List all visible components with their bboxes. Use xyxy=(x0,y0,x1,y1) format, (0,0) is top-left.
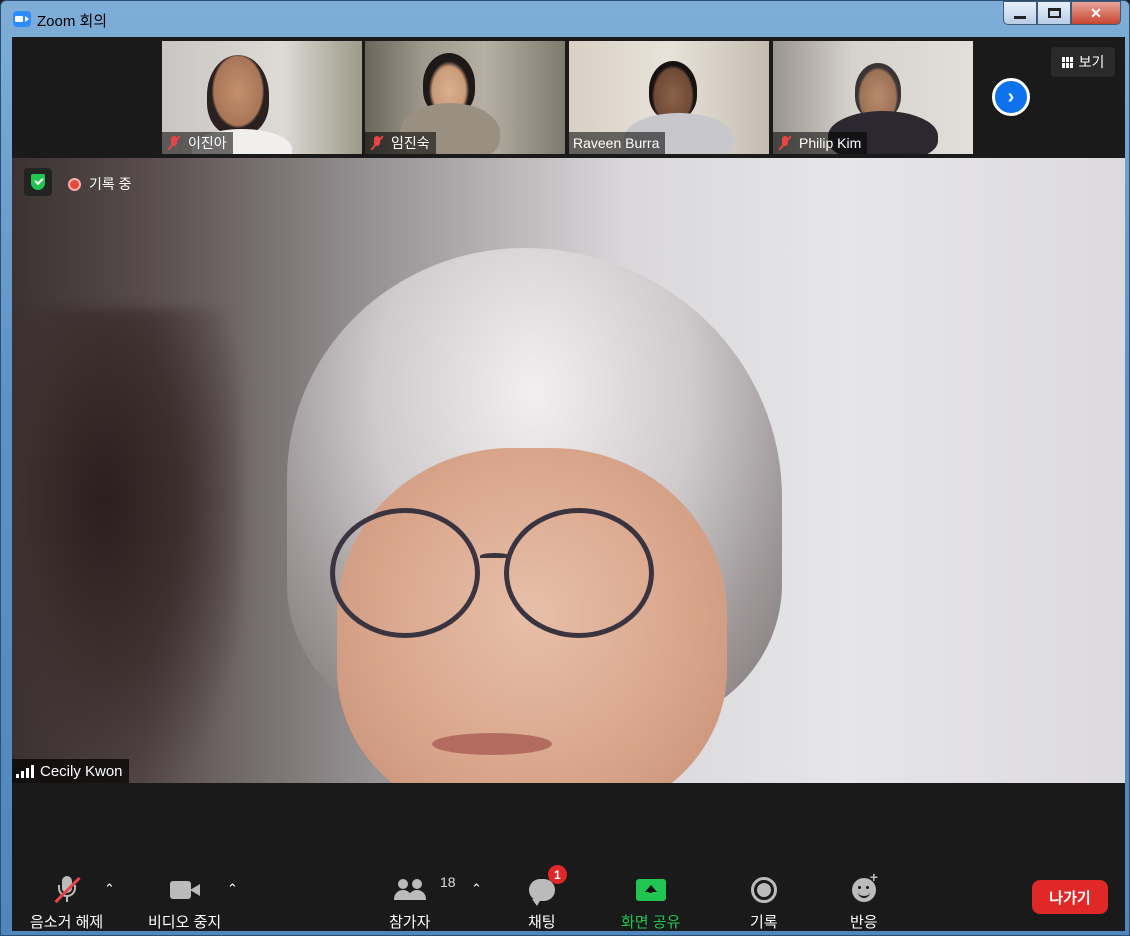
participant-nametag: 임진숙 xyxy=(365,132,436,154)
meeting-client: 이진아 임진숙 Raveen Burra Philip Kim › 보기 기록 … xyxy=(12,37,1125,931)
maximize-icon xyxy=(1047,8,1061,18)
leave-button[interactable]: 나가기 xyxy=(1032,880,1108,914)
muted-mic-icon xyxy=(777,135,793,151)
record-label: 기록 xyxy=(750,914,778,931)
participants-count: 18 xyxy=(440,874,456,890)
unmute-button[interactable]: 음소거 해제 xyxy=(30,875,103,932)
participant-thumbnail[interactable]: Philip Kim xyxy=(773,41,973,154)
participant-thumbnail[interactable]: 임진숙 xyxy=(365,41,565,154)
close-button[interactable]: ✕ xyxy=(1071,1,1121,25)
speaker-nametag: Cecily Kwon xyxy=(12,759,129,783)
participant-name: Raveen Burra xyxy=(573,135,660,151)
zoom-app-icon xyxy=(13,11,31,27)
share-screen-label: 화면 공유 xyxy=(621,914,681,931)
chat-bubble-icon xyxy=(528,879,555,906)
maximize-button[interactable] xyxy=(1037,1,1071,25)
participant-thumbnail[interactable]: Raveen Burra xyxy=(569,41,769,154)
thumbnail-strip: 이진아 임진숙 Raveen Burra Philip Kim › 보기 xyxy=(12,37,1125,158)
view-button[interactable]: 보기 xyxy=(1051,47,1115,77)
signal-strength-icon xyxy=(16,764,34,778)
reactions-label: 반응 xyxy=(850,914,878,931)
chat-button[interactable]: 1 채팅 xyxy=(528,865,567,932)
record-icon xyxy=(750,877,777,903)
stop-video-label: 비디오 중지 xyxy=(148,914,222,931)
unmute-label: 음소거 해제 xyxy=(30,914,104,931)
window-title: Zoom 회의 xyxy=(37,13,108,30)
muted-mic-icon xyxy=(369,135,385,151)
muted-mic-icon xyxy=(166,135,182,151)
participant-nametag: Raveen Burra xyxy=(569,132,666,154)
meeting-toolbar: 음소거 해제 ⌃ 비디오 중지 ⌃ 참가자 18 ⌃ 1 채팅 화면 공유 기록… xyxy=(12,783,1125,931)
share-screen-button[interactable]: 화면 공유 xyxy=(621,875,680,932)
chat-label: 채팅 xyxy=(528,914,556,931)
video-camera-icon xyxy=(169,881,200,899)
muted-mic-icon xyxy=(53,876,81,904)
minimize-icon xyxy=(1014,15,1026,19)
recording-indicator[interactable]: 기록 중 xyxy=(68,174,132,194)
window-controls: ✕ xyxy=(1003,1,1121,25)
zoom-window: Zoom 회의 ✕ 이진아 임진숙 Raveen Burra Philip Ki… xyxy=(0,0,1130,936)
shield-check-icon xyxy=(31,174,45,190)
participant-name: 임진숙 xyxy=(391,135,430,151)
participant-video xyxy=(649,61,697,119)
participant-name: Philip Kim xyxy=(799,135,862,151)
recording-label: 기록 중 xyxy=(89,176,132,192)
minimize-button[interactable] xyxy=(1003,1,1037,25)
gallery-grid-icon xyxy=(1061,56,1074,68)
plus-icon: + xyxy=(869,869,878,885)
stop-video-button[interactable]: 비디오 중지 xyxy=(148,875,221,932)
active-speaker-video[interactable]: 기록 중 Cecily Kwon xyxy=(12,158,1125,783)
participants-icon xyxy=(393,879,426,901)
close-icon: ✕ xyxy=(1090,4,1102,21)
participant-video xyxy=(207,55,269,135)
participants-button[interactable]: 참가자 xyxy=(389,875,430,932)
next-page-button[interactable]: › xyxy=(992,78,1030,116)
participants-options-caret[interactable]: ⌃ xyxy=(471,881,482,897)
speaker-name: Cecily Kwon xyxy=(40,762,123,780)
participant-nametag: Philip Kim xyxy=(773,132,868,154)
audio-options-caret[interactable]: ⌃ xyxy=(104,881,115,897)
reactions-button[interactable]: + 반응 xyxy=(850,869,878,932)
chat-unread-badge: 1 xyxy=(547,865,567,884)
video-options-caret[interactable]: ⌃ xyxy=(227,881,238,897)
title-bar: Zoom 회의 ✕ xyxy=(1,1,1129,37)
chevron-right-icon: › xyxy=(1007,85,1015,108)
view-button-label: 보기 xyxy=(1078,54,1105,70)
participant-nametag: 이진아 xyxy=(162,132,233,154)
record-button[interactable]: 기록 xyxy=(750,875,778,932)
recording-dot-icon xyxy=(68,177,81,191)
share-screen-icon xyxy=(635,879,666,901)
participants-label: 참가자 xyxy=(389,914,431,931)
participant-name: 이진아 xyxy=(188,135,227,151)
security-shield-button[interactable] xyxy=(24,168,52,196)
participant-thumbnail[interactable]: 이진아 xyxy=(162,41,362,154)
